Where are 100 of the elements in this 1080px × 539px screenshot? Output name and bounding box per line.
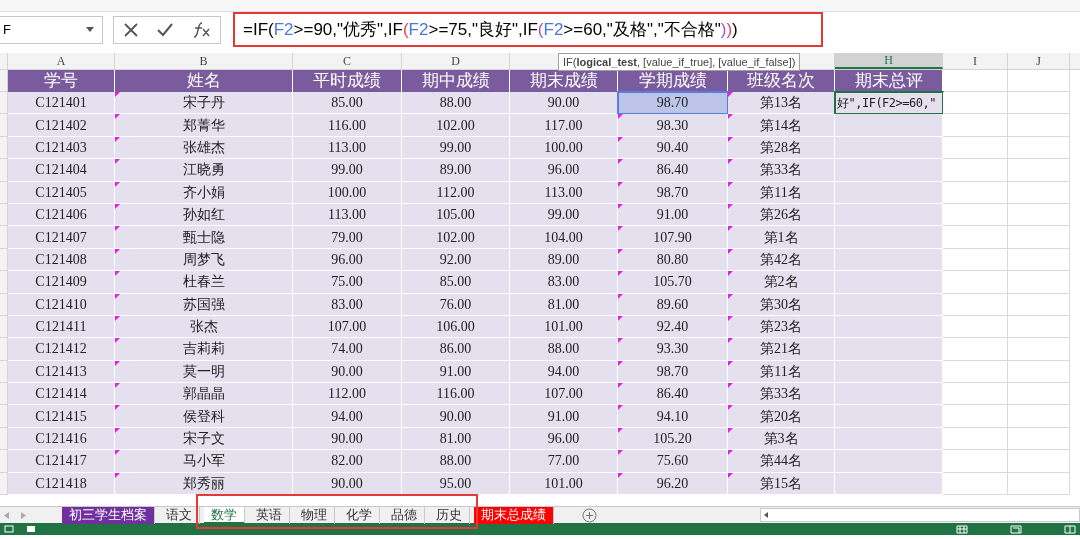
row-header[interactable] xyxy=(0,203,8,227)
table-cell-text: 第28名 xyxy=(760,138,802,157)
cancel-icon[interactable] xyxy=(123,22,138,37)
table-cell-text: 98.70 xyxy=(656,362,689,381)
table-cell-text: 113.00 xyxy=(544,183,583,202)
row-header[interactable] xyxy=(0,293,8,316)
table-cell-text: C121410 xyxy=(35,295,87,314)
row-header[interactable] xyxy=(0,383,8,406)
table-cell-text: C121404 xyxy=(35,161,87,180)
table-cell-text: 90.00 xyxy=(547,94,580,113)
table-cell-text: 75.00 xyxy=(331,273,363,292)
name-box[interactable]: F xyxy=(0,15,103,44)
insert-function-icon[interactable] xyxy=(192,21,211,38)
page-layout-icon[interactable] xyxy=(1010,524,1022,534)
table-cell-text: 宋子文 xyxy=(182,430,225,449)
column-header[interactable]: C xyxy=(293,53,402,69)
sheet-tab[interactable]: 期末总成绩 xyxy=(474,506,554,524)
row-header[interactable] xyxy=(0,92,8,115)
formula-field[interactable]: =IF(F2>=90,"优秀",IF(F2>=75,"良好",IF(F2>=60,"及格","不合格"))) xyxy=(233,12,823,47)
table-cell-text: 齐小娟 xyxy=(182,183,225,202)
table-cell-text: 74.00 xyxy=(331,340,363,359)
table-cell-text: 郑秀丽 xyxy=(182,474,225,493)
row-header[interactable] xyxy=(0,181,8,204)
table-cell-text: 第23名 xyxy=(760,318,802,337)
table-cell-text: 第33名 xyxy=(760,385,802,404)
macro-record-icon[interactable] xyxy=(26,525,36,533)
table-cell-text: 88.00 xyxy=(547,340,580,359)
sheet-tab[interactable]: 初三学生档案 xyxy=(62,506,155,524)
row-header[interactable] xyxy=(0,405,8,428)
table-cell-text: 86.40 xyxy=(656,161,689,180)
table-cell-text: C121416 xyxy=(35,430,87,449)
selected-cell[interactable]: 98.70 xyxy=(618,92,728,115)
next-sheet-icon[interactable] xyxy=(21,511,26,519)
row-header[interactable] xyxy=(0,159,8,182)
table-cell-text: C121413 xyxy=(35,362,87,381)
table-cell-text: C121411 xyxy=(35,318,87,337)
row-header[interactable] xyxy=(0,114,8,137)
table-cell-text: 第42名 xyxy=(760,250,802,269)
dropdown-icon xyxy=(86,27,94,32)
table-cell-text: 第2名 xyxy=(763,273,799,292)
column-title: 学号 xyxy=(8,70,115,92)
table-cell-text: C121414 xyxy=(35,385,87,404)
table-cell-text: 95.00 xyxy=(439,474,472,493)
table-cell-text: 90.00 xyxy=(331,362,363,381)
normal-view-icon[interactable] xyxy=(956,524,968,534)
table-cell-text: C121401 xyxy=(35,94,87,113)
row-header[interactable] xyxy=(0,271,8,294)
table-cell-text: 86.40 xyxy=(656,385,689,404)
table-cell-text: 90.00 xyxy=(439,407,472,426)
row-header[interactable] xyxy=(0,248,8,272)
row-header[interactable] xyxy=(0,360,8,384)
add-sheet-icon[interactable] xyxy=(582,507,597,523)
column-title: 期中成绩 xyxy=(402,70,510,92)
table-cell-text: 周梦飞 xyxy=(182,250,225,269)
table-cell-text: 105.00 xyxy=(436,206,475,225)
row-header[interactable] xyxy=(0,450,8,473)
table-cell-text: 77.00 xyxy=(547,452,580,471)
enter-icon[interactable] xyxy=(157,22,173,37)
row-header[interactable] xyxy=(0,136,8,160)
row-header[interactable] xyxy=(0,70,8,92)
table-cell-text: 116.00 xyxy=(436,385,475,404)
table-cell-text: 106.00 xyxy=(436,318,475,337)
table-cell-text: 86.00 xyxy=(439,340,472,359)
table-cell-text: 98.30 xyxy=(656,116,689,135)
sheet-tab[interactable]: 数学 xyxy=(204,506,245,524)
row-header[interactable] xyxy=(0,338,8,361)
column-header[interactable]: H xyxy=(835,53,943,69)
column-title: 班级名次 xyxy=(728,70,835,92)
table-cell-text: C121417 xyxy=(35,452,87,471)
column-header[interactable]: D xyxy=(402,53,510,69)
table-cell-text: 94.00 xyxy=(547,362,580,381)
table-cell-text: 102.00 xyxy=(436,116,475,135)
table-cell-text: 莫一明 xyxy=(182,362,225,381)
table-cell-text: 105.20 xyxy=(653,430,692,449)
row-header[interactable] xyxy=(0,472,8,496)
page-break-icon[interactable] xyxy=(1064,524,1076,534)
ready-icon xyxy=(4,525,14,533)
table-cell-text: 第13名 xyxy=(760,94,802,113)
column-header[interactable]: J xyxy=(1008,53,1070,69)
column-header[interactable]: B xyxy=(115,53,293,69)
table-cell-text: 郑菁华 xyxy=(182,116,225,135)
table-cell-text: 91.00 xyxy=(439,362,472,381)
column-header[interactable]: I xyxy=(943,53,1008,69)
table-cell-text: 92.40 xyxy=(656,318,689,337)
row-header[interactable] xyxy=(0,427,8,451)
previous-sheet-icon[interactable] xyxy=(4,511,9,519)
table-cell-text: 116.00 xyxy=(328,116,366,135)
formula-text: =IF(F2>=90,"优秀",IF(F2>=75,"良好",IF(F2>=60,"及格","不合格"))) xyxy=(243,18,738,41)
table-cell-text: 第26名 xyxy=(760,206,802,225)
row-header[interactable] xyxy=(0,226,8,249)
table-cell-text: 80.80 xyxy=(656,250,689,269)
column-header[interactable]: A xyxy=(8,53,115,69)
row-header[interactable] xyxy=(0,315,8,339)
horizontal-scrollbar[interactable] xyxy=(760,508,1080,522)
table-cell-text: 91.00 xyxy=(547,407,580,426)
table-cell-text: 89.60 xyxy=(656,295,689,314)
table-cell-text: 117.00 xyxy=(544,116,583,135)
table-cell-text: 孙如红 xyxy=(182,206,225,225)
table-cell-text: C121405 xyxy=(35,183,87,202)
table-cell-text: 75.60 xyxy=(656,452,689,471)
